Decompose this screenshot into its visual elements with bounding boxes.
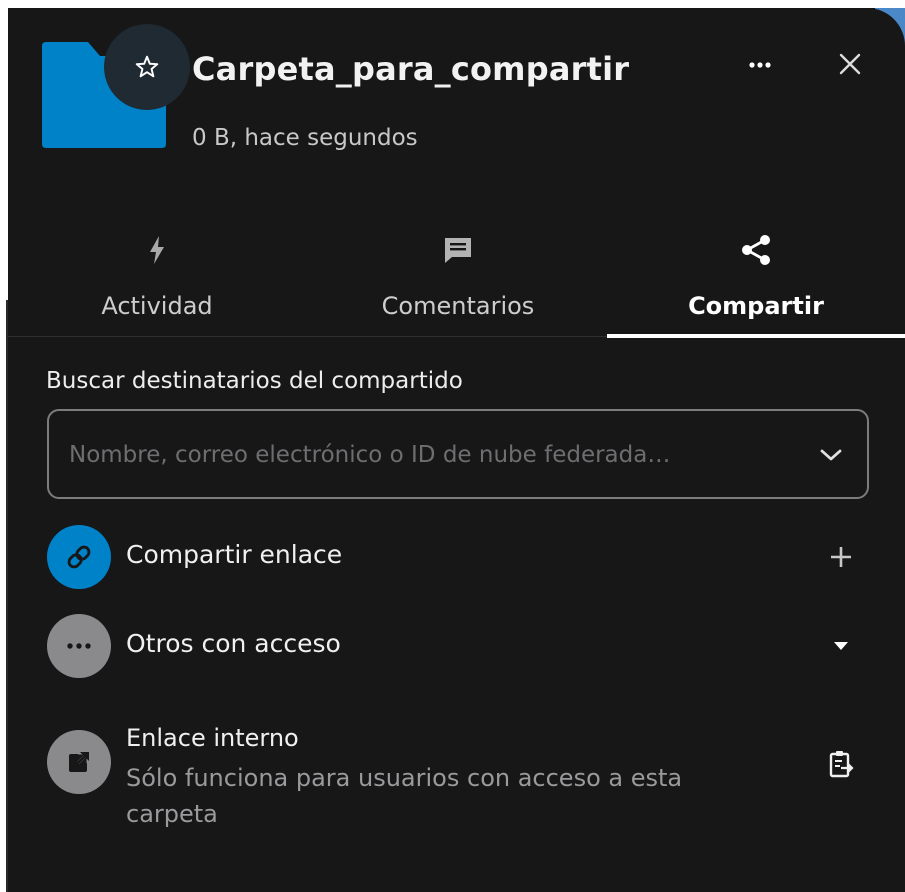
- chevron-down-icon: [820, 449, 842, 461]
- window-edge-top: [0, 0, 905, 8]
- link-icon: [67, 545, 91, 569]
- others-access-row[interactable]: Otros con acceso: [47, 614, 867, 684]
- share-link-row: Compartir enlace: [47, 525, 867, 595]
- add-share-link-button[interactable]: [821, 537, 861, 577]
- search-input[interactable]: [67, 411, 791, 499]
- comment-icon: [445, 238, 471, 263]
- triangle-down-icon: [834, 642, 848, 650]
- share-search-field[interactable]: [47, 409, 869, 499]
- favorite-button[interactable]: [104, 24, 190, 110]
- tab-label: Comentarios: [381, 292, 535, 320]
- window-edge-left: [0, 0, 8, 892]
- more-actions-button[interactable]: [740, 50, 780, 80]
- expand-others-button[interactable]: [821, 626, 861, 666]
- tab-comentarios[interactable]: Comentarios: [309, 218, 607, 336]
- internal-link-row: Enlace interno Sólo funciona para usuari…: [47, 724, 867, 828]
- share-link-label: Compartir enlace: [126, 540, 343, 569]
- active-tab-indicator: [607, 334, 905, 338]
- dropdown-toggle[interactable]: [817, 441, 845, 469]
- link-avatar: [47, 525, 111, 589]
- file-subtitle: 0 B, hace segundos: [192, 125, 418, 151]
- close-icon: [839, 53, 861, 75]
- share-icon: [742, 235, 770, 265]
- tab-bar: Actividad Comentarios Compartir: [8, 218, 905, 338]
- clipboard-copy-icon: [829, 751, 854, 778]
- tab-label: Compartir: [688, 292, 824, 320]
- more-horizontal-icon: [67, 643, 91, 649]
- internal-link-title: Enlace interno: [126, 724, 299, 752]
- sidebar-panel: Carpeta_para_compartir 0 B, hace segundo…: [8, 8, 905, 892]
- internal-link-description: Sólo funciona para usuarios con acceso a…: [126, 764, 683, 828]
- search-label: Buscar destinatarios del compartido: [46, 368, 463, 394]
- star-icon: [135, 55, 159, 78]
- internal-link-avatar: [47, 730, 111, 794]
- close-button[interactable]: [830, 44, 870, 84]
- plus-icon: [831, 547, 851, 567]
- lightning-icon: [150, 236, 164, 264]
- others-avatar: [47, 614, 111, 678]
- file-title: Carpeta_para_compartir: [192, 50, 630, 88]
- others-access-label: Otros con acceso: [126, 629, 341, 658]
- tab-label: Actividad: [101, 292, 213, 320]
- tab-actividad[interactable]: Actividad: [8, 218, 306, 336]
- tab-compartir[interactable]: Compartir: [607, 218, 905, 338]
- copy-internal-link-button[interactable]: [821, 744, 861, 784]
- more-horizontal-icon: [749, 62, 771, 68]
- open-in-new-icon: [69, 751, 90, 772]
